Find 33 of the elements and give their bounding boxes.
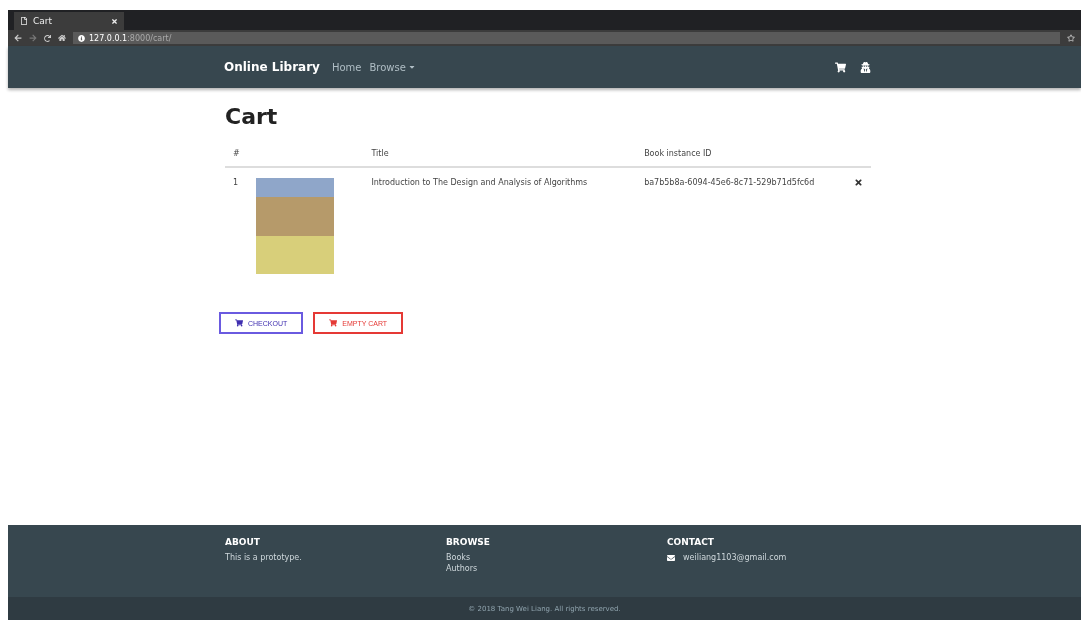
cart-icon[interactable] (835, 61, 846, 73)
row-number: 1 (233, 178, 239, 187)
footer-link[interactable]: Authors (446, 564, 667, 573)
user-icon[interactable] (860, 61, 871, 73)
footer-heading: ABOUT (225, 537, 261, 547)
column-header: # (233, 149, 240, 158)
home-icon[interactable] (58, 34, 66, 42)
browse-dropdown[interactable]: Browse (369, 61, 416, 73)
remove-icon[interactable] (854, 178, 863, 187)
instance-id: ba7b5b8a-6094-45e6-8c71-529b71d5fc6d (644, 178, 815, 187)
page-title: Cart (225, 104, 279, 129)
info-icon (78, 34, 85, 42)
column-header: Book instance ID (644, 149, 712, 158)
footer-link[interactable]: Books (446, 553, 667, 562)
cart-icon (235, 319, 243, 327)
browser-tab[interactable]: Cart (14, 12, 124, 30)
envelope-icon (667, 553, 675, 562)
caret-icon (407, 63, 416, 71)
nav-link[interactable]: Home (331, 61, 362, 73)
reload-icon[interactable] (44, 34, 51, 42)
contact-email: weiliang1103@gmail.com (683, 553, 787, 562)
back-icon[interactable] (14, 34, 22, 42)
star-icon[interactable] (1067, 34, 1075, 42)
footer-text: This is a prototype. (225, 553, 303, 562)
book-title: Introduction to The Design and Analysis of Algorithms (371, 178, 588, 187)
page-icon (20, 17, 28, 25)
column-header: Title (371, 149, 389, 158)
brand-link[interactable]: Online Library (224, 60, 320, 74)
close-icon[interactable] (111, 17, 118, 25)
address-field[interactable]: 127.0.0.1:8000/cart/ (73, 32, 1060, 44)
cart-icon (329, 319, 338, 327)
footer-heading: BROWSE (446, 537, 491, 547)
footer-heading: CONTACT (667, 537, 715, 547)
